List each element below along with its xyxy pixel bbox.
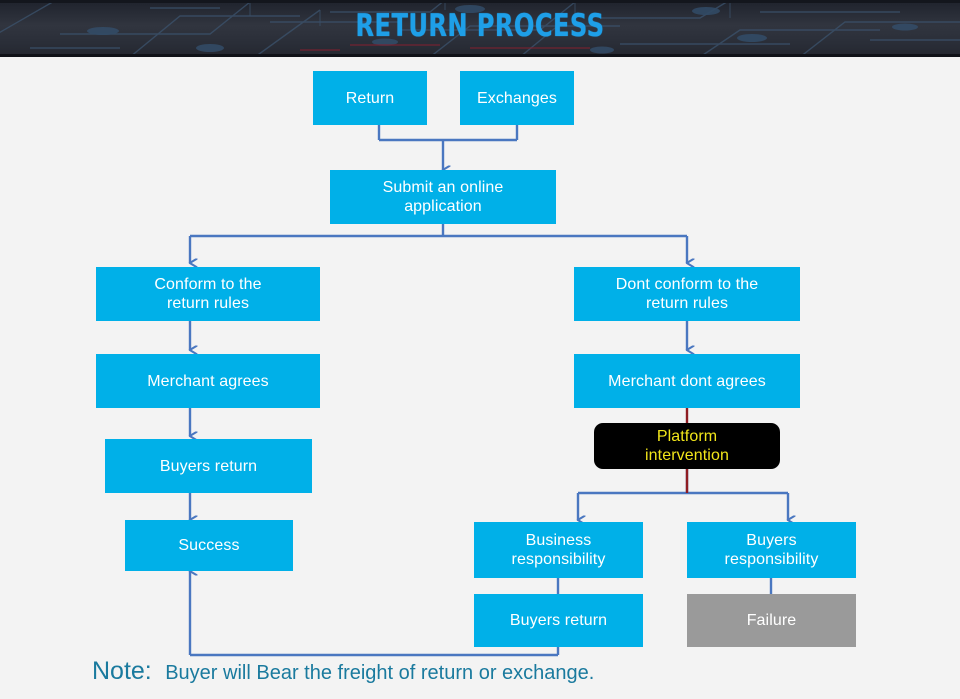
node-business-responsibility-line1: Business — [525, 532, 592, 549]
node-business-responsibility[interactable]: Business responsibility — [474, 522, 643, 578]
node-platform-intervention-line1: Platform — [656, 428, 718, 445]
node-exchanges-label: Exchanges — [476, 89, 558, 107]
node-buyers-return-right-label: Buyers return — [509, 612, 608, 629]
return-process-infographic: RETURN PROCESS Return Exchanges Submit a… — [0, 0, 960, 699]
node-submit-application-line2: application — [404, 198, 482, 215]
node-buyers-responsibility-line2: responsibility — [724, 551, 819, 568]
node-dont-conform-line2: return rules — [645, 295, 729, 312]
node-return[interactable]: Return — [313, 71, 427, 125]
note-label: Note: — [92, 657, 152, 685]
header-banner: RETURN PROCESS — [0, 0, 960, 57]
page-title: RETURN PROCESS — [355, 8, 605, 44]
node-success-label: Success — [178, 537, 240, 554]
note-text: Buyer will Bear the freight of return or… — [165, 662, 595, 684]
node-buyers-responsibility[interactable]: Buyers responsibility — [687, 522, 856, 578]
node-failure-label: Failure — [746, 612, 797, 629]
node-buyers-return-left-label: Buyers return — [159, 457, 258, 475]
node-buyers-responsibility-line1: Buyers — [746, 532, 797, 549]
node-success[interactable]: Success — [125, 520, 293, 571]
node-conform-line2: return rules — [166, 295, 250, 312]
node-dont-conform-to-return-rules[interactable]: Dont conform to the return rules — [574, 267, 800, 321]
node-buyers-return-left[interactable]: Buyers return — [105, 439, 312, 493]
node-conform-line1: Conform to the — [154, 276, 262, 293]
node-platform-intervention-line2: intervention — [645, 447, 729, 464]
header-top-edge — [0, 0, 960, 3]
node-platform-intervention[interactable]: Platform intervention — [594, 423, 780, 469]
node-merchant-agrees-label: Merchant agrees — [147, 372, 269, 390]
node-buyers-return-right[interactable]: Buyers return — [474, 594, 643, 647]
node-dont-conform-line1: Dont conform to the — [615, 276, 759, 293]
node-submit-application-line1: Submit an online — [382, 179, 504, 196]
note-line: Note: Buyer will Bear the freight of ret… — [92, 657, 594, 686]
node-merchant-dont-agrees-label: Merchant dont agrees — [608, 372, 766, 390]
node-exchanges[interactable]: Exchanges — [460, 71, 574, 125]
flowchart-area: Return Exchanges Submit an online applic… — [0, 57, 960, 699]
node-submit-application[interactable]: Submit an online application — [330, 170, 556, 224]
node-merchant-agrees[interactable]: Merchant agrees — [96, 354, 320, 408]
node-business-responsibility-line2: responsibility — [511, 551, 606, 568]
node-merchant-dont-agrees[interactable]: Merchant dont agrees — [574, 354, 800, 408]
node-conform-to-return-rules[interactable]: Conform to the return rules — [96, 267, 320, 321]
node-failure[interactable]: Failure — [687, 594, 856, 647]
node-return-label: Return — [345, 89, 395, 107]
